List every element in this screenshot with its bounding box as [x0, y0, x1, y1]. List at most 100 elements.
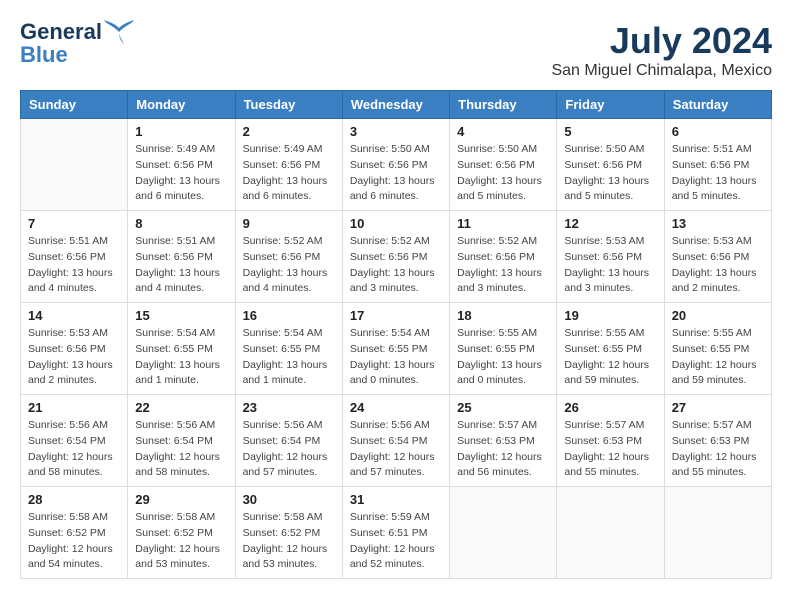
sunset-text: Sunset: 6:56 PM: [457, 158, 549, 174]
daylight-text: Daylight: 12 hours: [672, 450, 764, 466]
calendar-cell: 15Sunrise: 5:54 AMSunset: 6:55 PMDayligh…: [128, 303, 235, 395]
day-info: Sunrise: 5:56 AMSunset: 6:54 PMDaylight:…: [350, 418, 442, 481]
daylight-text: and 56 minutes.: [457, 465, 549, 481]
day-number: 1: [135, 124, 227, 139]
calendar-cell: 29Sunrise: 5:58 AMSunset: 6:52 PMDayligh…: [128, 487, 235, 579]
calendar-cell: 24Sunrise: 5:56 AMSunset: 6:54 PMDayligh…: [342, 395, 449, 487]
day-info: Sunrise: 5:52 AMSunset: 6:56 PMDaylight:…: [350, 234, 442, 297]
day-info: Sunrise: 5:49 AMSunset: 6:56 PMDaylight:…: [135, 142, 227, 205]
sunset-text: Sunset: 6:52 PM: [28, 526, 120, 542]
day-number: 8: [135, 216, 227, 231]
weekday-header: Saturday: [664, 91, 771, 119]
day-number: 30: [243, 492, 335, 507]
weekday-header-row: SundayMondayTuesdayWednesdayThursdayFrid…: [21, 91, 772, 119]
sunrise-text: Sunrise: 5:58 AM: [243, 510, 335, 526]
sunset-text: Sunset: 6:55 PM: [564, 342, 656, 358]
calendar-cell: 9 Sunrise: 5:52 AMSunset: 6:56 PMDaylight…: [235, 211, 342, 303]
daylight-text: and 53 minutes.: [135, 557, 227, 573]
sunset-text: Sunset: 6:56 PM: [672, 158, 764, 174]
sunrise-text: Sunrise: 5:59 AM: [350, 510, 442, 526]
sunset-text: Sunset: 6:56 PM: [564, 250, 656, 266]
daylight-text: and 6 minutes.: [243, 189, 335, 205]
calendar-cell: 8Sunrise: 5:51 AMSunset: 6:56 PMDaylight…: [128, 211, 235, 303]
daylight-text: Daylight: 12 hours: [564, 358, 656, 374]
daylight-text: and 6 minutes.: [350, 189, 442, 205]
sunset-text: Sunset: 6:56 PM: [350, 250, 442, 266]
calendar-cell: 22Sunrise: 5:56 AMSunset: 6:54 PMDayligh…: [128, 395, 235, 487]
day-number: 31: [350, 492, 442, 507]
week-row: 14Sunrise: 5:53 AMSunset: 6:56 PMDayligh…: [21, 303, 772, 395]
sunset-text: Sunset: 6:56 PM: [135, 158, 227, 174]
day-number: 2: [243, 124, 335, 139]
sunset-text: Sunset: 6:56 PM: [243, 250, 335, 266]
day-number: 26: [564, 400, 656, 415]
day-info: Sunrise: 5:50 AMSunset: 6:56 PMDaylight:…: [350, 142, 442, 205]
sunset-text: Sunset: 6:56 PM: [564, 158, 656, 174]
calendar-cell: 2Sunrise: 5:49 AMSunset: 6:56 PMDaylight…: [235, 119, 342, 211]
calendar-cell: 6Sunrise: 5:51 AMSunset: 6:56 PMDaylight…: [664, 119, 771, 211]
calendar-cell: [21, 119, 128, 211]
logo: General Blue: [20, 20, 134, 66]
daylight-text: Daylight: 13 hours: [564, 266, 656, 282]
daylight-text: Daylight: 12 hours: [243, 450, 335, 466]
calendar-cell: 17Sunrise: 5:54 AMSunset: 6:55 PMDayligh…: [342, 303, 449, 395]
day-info: Sunrise: 5:50 AMSunset: 6:56 PMDaylight:…: [457, 142, 549, 205]
daylight-text: and 3 minutes.: [564, 281, 656, 297]
calendar-cell: 28 Sunrise: 5:58 AMSunset: 6:52 PMDayligh…: [21, 487, 128, 579]
daylight-text: Daylight: 13 hours: [672, 266, 764, 282]
daylight-text: and 55 minutes.: [672, 465, 764, 481]
sunrise-text: Sunrise: 5:54 AM: [243, 326, 335, 342]
day-number: 27: [672, 400, 764, 415]
sunset-text: Sunset: 6:55 PM: [350, 342, 442, 358]
calendar-cell: 18Sunrise: 5:55 AMSunset: 6:55 PMDayligh…: [450, 303, 557, 395]
sunrise-text: Sunrise: 5:51 AM: [672, 142, 764, 158]
week-row: 21Sunrise: 5:56 AMSunset: 6:54 PMDayligh…: [21, 395, 772, 487]
daylight-text: Daylight: 12 hours: [350, 450, 442, 466]
sunrise-text: Sunrise: 5:55 AM: [457, 326, 549, 342]
sunrise-text: Sunrise: 5:56 AM: [243, 418, 335, 434]
calendar-cell: 5Sunrise: 5:50 AMSunset: 6:56 PMDaylight…: [557, 119, 664, 211]
day-info: Sunrise: 5:52 AMSunset: 6:56 PMDaylight:…: [243, 234, 335, 297]
day-number: 28: [28, 492, 120, 507]
daylight-text: Daylight: 13 hours: [350, 358, 442, 374]
sunrise-text: Sunrise: 5:49 AM: [243, 142, 335, 158]
day-number: 23: [243, 400, 335, 415]
weekday-header: Monday: [128, 91, 235, 119]
day-number: 9: [243, 216, 335, 231]
day-info: Sunrise: 5:52 AMSunset: 6:56 PMDaylight:…: [457, 234, 549, 297]
daylight-text: and 0 minutes.: [350, 373, 442, 389]
daylight-text: and 5 minutes.: [564, 189, 656, 205]
daylight-text: Daylight: 13 hours: [135, 266, 227, 282]
day-info: Sunrise: 5:53 AMSunset: 6:56 PMDaylight:…: [672, 234, 764, 297]
day-number: 16: [243, 308, 335, 323]
sunset-text: Sunset: 6:56 PM: [350, 158, 442, 174]
sunrise-text: Sunrise: 5:56 AM: [135, 418, 227, 434]
day-info: Sunrise: 5:58 AMSunset: 6:52 PMDaylight:…: [28, 510, 120, 573]
weekday-header: Sunday: [21, 91, 128, 119]
day-number: 4: [457, 124, 549, 139]
sunset-text: Sunset: 6:55 PM: [672, 342, 764, 358]
sunrise-text: Sunrise: 5:49 AM: [135, 142, 227, 158]
daylight-text: and 58 minutes.: [135, 465, 227, 481]
day-info: Sunrise: 5:55 AMSunset: 6:55 PMDaylight:…: [672, 326, 764, 389]
weekday-header: Friday: [557, 91, 664, 119]
calendar-cell: 7Sunrise: 5:51 AMSunset: 6:56 PMDaylight…: [21, 211, 128, 303]
day-number: 29: [135, 492, 227, 507]
day-info: Sunrise: 5:59 AMSunset: 6:51 PMDaylight:…: [350, 510, 442, 573]
sunset-text: Sunset: 6:52 PM: [243, 526, 335, 542]
daylight-text: and 52 minutes.: [350, 557, 442, 573]
daylight-text: Daylight: 12 hours: [243, 542, 335, 558]
logo-general: General: [20, 20, 102, 43]
sunrise-text: Sunrise: 5:57 AM: [457, 418, 549, 434]
daylight-text: and 2 minutes.: [28, 373, 120, 389]
daylight-text: Daylight: 13 hours: [28, 266, 120, 282]
page-header: General Blue July 2024 San Miguel Chimal…: [20, 20, 772, 80]
sunset-text: Sunset: 6:55 PM: [457, 342, 549, 358]
calendar-cell: 27Sunrise: 5:57 AMSunset: 6:53 PMDayligh…: [664, 395, 771, 487]
daylight-text: Daylight: 12 hours: [564, 450, 656, 466]
daylight-text: Daylight: 12 hours: [28, 450, 120, 466]
day-info: Sunrise: 5:53 AMSunset: 6:56 PMDaylight:…: [28, 326, 120, 389]
day-number: 6: [672, 124, 764, 139]
day-number: 19: [564, 308, 656, 323]
daylight-text: Daylight: 13 hours: [135, 174, 227, 190]
